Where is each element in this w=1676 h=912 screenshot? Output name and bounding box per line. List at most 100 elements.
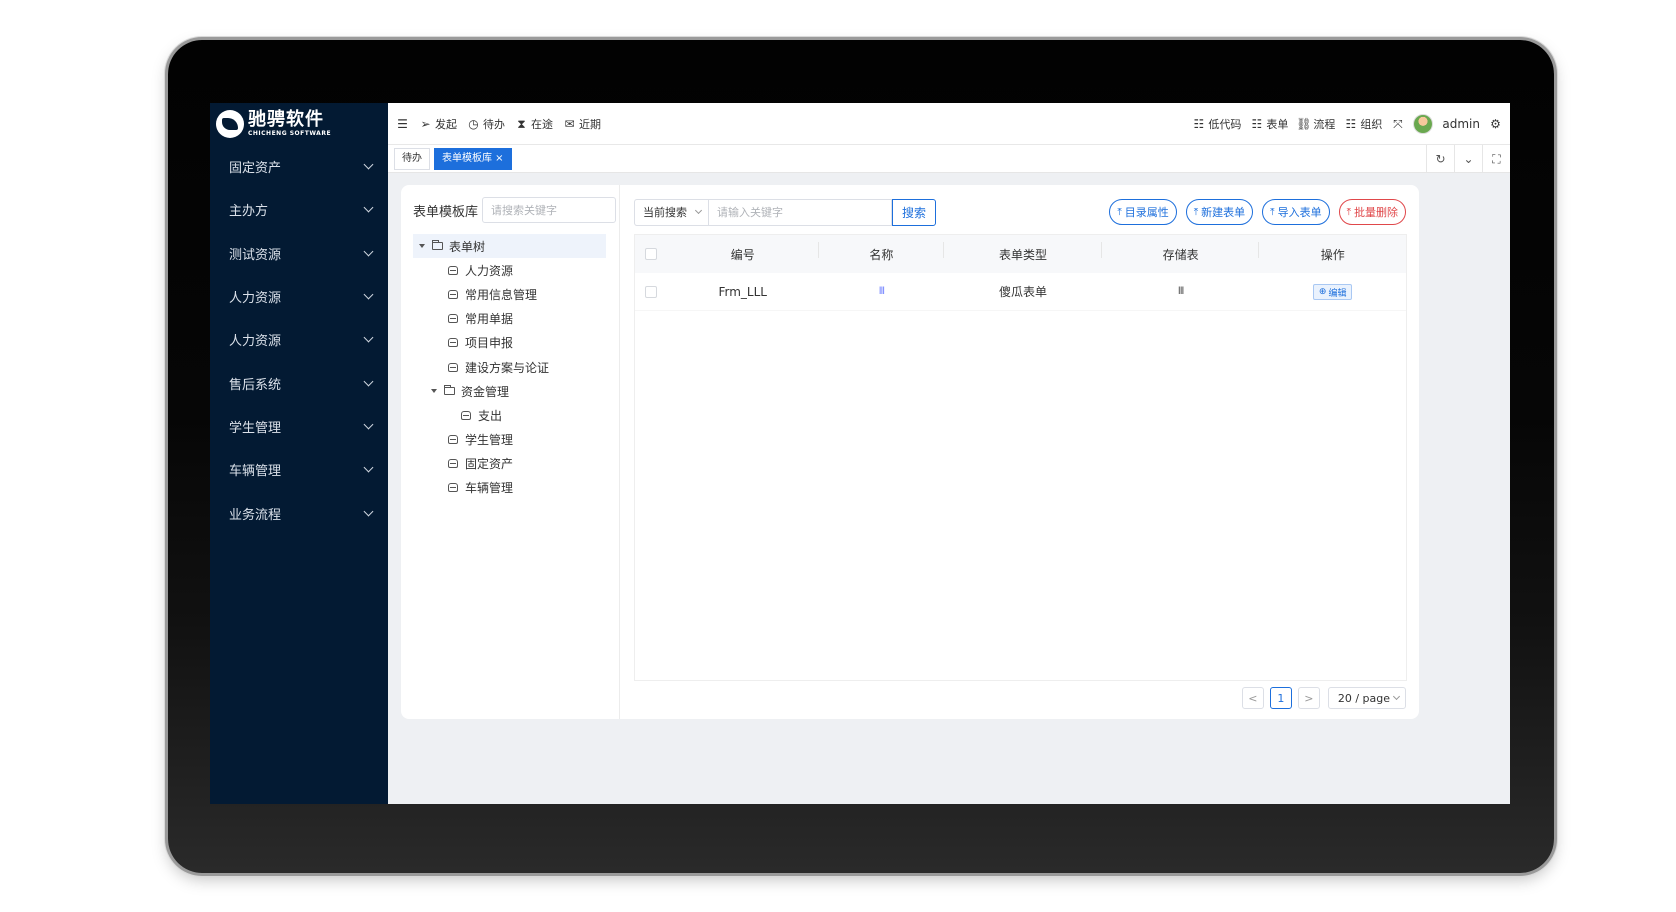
table-row[interactable]: Frm_LLL lll 傻瓜表单 lll ⊕ 编辑 — [635, 273, 1406, 311]
tree-node-folder[interactable]: 资金管理 — [401, 379, 619, 403]
tree-node-label: 车辆管理 — [465, 481, 514, 496]
tree-node-label: 表单树 — [449, 239, 486, 254]
tree-panel: 表单模板库 表单树 人力资源 常用信息管理 常用单据 项目申报 建设方案与论证 … — [401, 185, 620, 719]
search-input[interactable] — [708, 198, 892, 226]
top-bar: ☰ ➢ 发起 ◷ 待办 ⧗ 在途 ✉ 近期 ☷ 低代码 ☷ 表单 ⛓ 流程 ☷ 组织 ⤧ adm… — [388, 103, 1510, 145]
sidebar-item-hr[interactable]: 人力资源 — [210, 275, 388, 318]
database-icon — [448, 265, 458, 275]
sidebar-item-test-resources[interactable]: 测试资源 — [210, 232, 388, 275]
brand-logo[interactable]: 驰骋软件 CHICHENG SOFTWARE — [210, 103, 388, 145]
menu-collapse-icon[interactable]: ☰ — [396, 117, 409, 130]
topbar-forms-label: 表单 — [1266, 117, 1289, 131]
caret-down-icon[interactable] — [419, 244, 425, 249]
topbar-start-label: 发起 — [435, 117, 457, 131]
button-label: 批量删除 — [1354, 206, 1398, 219]
chevron-down-icon — [363, 159, 374, 170]
topbar-lowcode-label: 低代码 — [1208, 117, 1242, 131]
new-form-button[interactable]: ⤒ 新建表单 — [1185, 199, 1254, 225]
topbar-in-transit[interactable]: ⧗ 在途 — [515, 116, 553, 132]
tab-form-template-library[interactable]: 表单模板库 × — [434, 147, 512, 170]
sidebar-item-organizer[interactable]: 主办方 — [210, 188, 388, 231]
tree-node[interactable]: 固定资产 — [401, 452, 619, 476]
sidebar-item-label: 车辆管理 — [229, 464, 282, 480]
tree-node[interactable]: 常用信息管理 — [401, 282, 619, 306]
sidebar-item-vehicles[interactable]: 车辆管理 — [210, 448, 388, 491]
column-header-actions: 操作 — [1320, 247, 1345, 262]
list-icon: ☷ — [1345, 116, 1357, 131]
sidebar-item-label: 人力资源 — [229, 291, 282, 307]
fullscreen-icon[interactable]: ⤧ — [1391, 117, 1404, 130]
tree-node-label: 常用信息管理 — [465, 287, 538, 302]
topbar-todo[interactable]: ◷ 待办 — [467, 116, 505, 132]
batch-delete-button[interactable]: ⤒ 批量删除 — [1338, 199, 1406, 225]
row-select-cell — [635, 285, 667, 298]
tree-node[interactable]: 人力资源 — [401, 258, 619, 282]
tabs-bar: 待办 表单模板库 × ↻ ⌄ ⛶ — [388, 145, 1510, 173]
sidebar-item-workflow[interactable]: 业务流程 — [210, 491, 388, 534]
column-header-name[interactable]: 名称 — [819, 241, 945, 263]
sidebar-item-after-sales[interactable]: 售后系统 — [210, 361, 388, 404]
upload-icon: ⤒ — [1193, 206, 1199, 218]
cell-type: 傻瓜表单 — [998, 285, 1047, 299]
prev-page-button[interactable]: < — [1241, 687, 1264, 709]
cell-name: lll — [878, 286, 885, 297]
search-scope-select[interactable]: 当前搜索 — [634, 198, 708, 226]
column-header-type[interactable]: 表单类型 — [944, 241, 1102, 263]
sidebar-item-students[interactable]: 学生管理 — [210, 405, 388, 448]
column-header-storage[interactable]: 存储表 — [1102, 241, 1260, 263]
topbar-org[interactable]: ☷ 组织 — [1344, 116, 1383, 132]
chevron-down-icon[interactable]: ⌄ — [1454, 145, 1482, 173]
refresh-icon[interactable]: ↻ — [1426, 145, 1454, 173]
upload-icon: ⤒ — [1270, 206, 1275, 218]
tree-node[interactable]: 学生管理 — [401, 428, 619, 452]
search-button[interactable]: 搜索 — [892, 198, 936, 226]
topbar-recent[interactable]: ✉ 近期 — [563, 116, 601, 132]
directory-properties-button[interactable]: ⤒ 目录属性 — [1109, 199, 1177, 225]
topbar-forms[interactable]: ☷ 表单 — [1250, 116, 1289, 132]
column-header-code[interactable]: 编号 — [667, 241, 819, 263]
page-number[interactable]: 1 — [1269, 687, 1292, 709]
tree-node[interactable]: 项目申报 — [401, 331, 619, 355]
tree-node[interactable]: 建设方案与论证 — [401, 355, 619, 379]
sidebar-item-hr-2[interactable]: 人力资源 — [210, 318, 388, 361]
tree-node[interactable]: 支出 — [401, 403, 619, 427]
button-label: 目录属性 — [1124, 206, 1169, 219]
topbar-start[interactable]: ➢ 发起 — [419, 116, 457, 132]
database-icon — [448, 362, 458, 372]
topbar-lowcode[interactable]: ☷ 低代码 — [1192, 116, 1242, 132]
chevron-down-icon — [363, 246, 374, 257]
send-icon: ➢ — [420, 116, 431, 131]
import-form-button[interactable]: ⤒ 导入表单 — [1262, 199, 1330, 225]
sidebar-item-fixed-assets[interactable]: 固定资产 — [210, 145, 388, 188]
form-tree: 表单树 人力资源 常用信息管理 常用单据 项目申报 建设方案与论证 资金管理 支… — [401, 234, 619, 500]
sidebar-item-label: 测试资源 — [229, 247, 282, 263]
tree-node-root[interactable]: 表单树 — [413, 234, 606, 259]
topbar-flow[interactable]: ⛓ 流程 — [1296, 116, 1335, 132]
caret-down-icon[interactable] — [431, 389, 437, 394]
next-page-button[interactable]: > — [1297, 687, 1320, 709]
topbar-recent-label: 近期 — [579, 117, 601, 131]
edit-plus-icon: ⊕ — [1318, 287, 1327, 297]
tree-search-input[interactable] — [482, 197, 617, 223]
table-header: 编号 名称 表单类型 存储表 操作 — [635, 235, 1406, 273]
database-icon — [448, 459, 458, 469]
select-all-cell — [635, 248, 667, 260]
sidebar-item-label: 业务流程 — [229, 507, 282, 523]
forms-table: 编号 名称 表单类型 存储表 操作 Frm_LLL lll 傻瓜表单 lll ⊕… — [634, 234, 1407, 681]
avatar[interactable] — [1413, 113, 1434, 134]
chevron-down-icon — [363, 506, 374, 516]
brand-name-en: CHICHENG SOFTWARE — [248, 130, 332, 137]
page-size-select[interactable]: 20 / page — [1327, 687, 1406, 709]
tree-node[interactable]: 常用单据 — [401, 307, 619, 331]
maximize-icon[interactable]: ⛶ — [1482, 145, 1510, 173]
tab-todo[interactable]: 待办 — [394, 147, 430, 170]
edit-button[interactable]: ⊕ 编辑 — [1312, 284, 1353, 300]
tree-node[interactable]: 车辆管理 — [401, 476, 619, 500]
chevron-down-icon — [363, 332, 374, 343]
user-name[interactable]: admin — [1442, 117, 1480, 131]
gear-icon[interactable]: ⚙ — [1489, 117, 1502, 130]
select-all-checkbox[interactable] — [644, 248, 657, 260]
row-checkbox[interactable] — [644, 285, 657, 298]
database-icon — [461, 410, 471, 420]
chevron-down-icon — [363, 289, 374, 300]
